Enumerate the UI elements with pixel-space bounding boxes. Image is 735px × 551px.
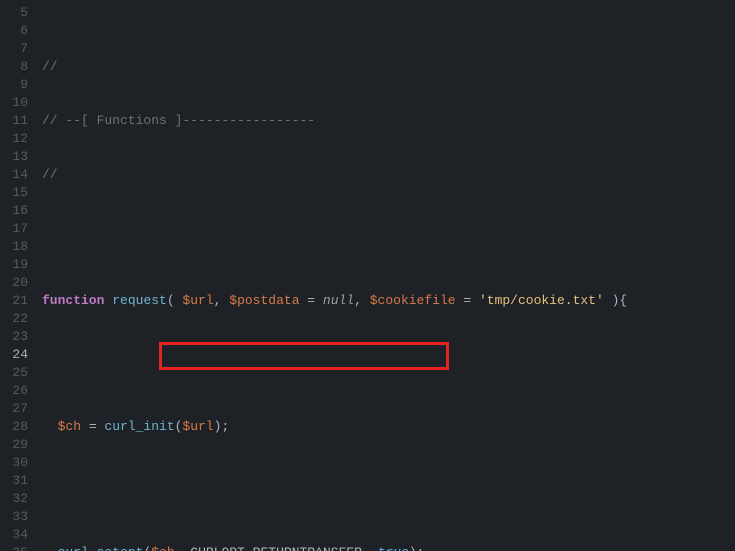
code-line (42, 472, 735, 490)
code-line (42, 346, 735, 364)
code-line: curl_setopt($ch, CURLOPT_RETURNTRANSFER,… (42, 544, 735, 551)
code-area[interactable]: // // --[ Functions ]----------------- /… (34, 0, 735, 551)
line-number-gutter: 5678910111213141516171819202122232425262… (0, 0, 34, 551)
code-line: // (42, 58, 735, 76)
code-line (42, 220, 735, 238)
code-line: // --[ Functions ]----------------- (42, 112, 735, 130)
code-editor[interactable]: 5678910111213141516171819202122232425262… (0, 0, 735, 551)
code-line: // (42, 166, 735, 184)
code-line: $ch = curl_init($url); (42, 418, 735, 436)
code-line-function-sig: function request( $url, $postdata = null… (42, 292, 735, 310)
